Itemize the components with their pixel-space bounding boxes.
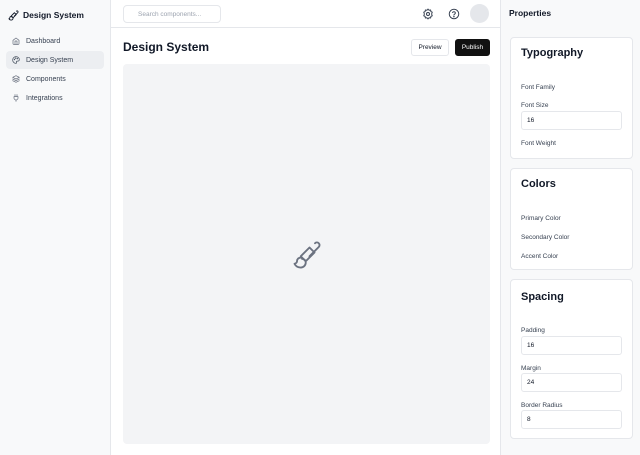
spacing-title: Spacing (521, 291, 564, 303)
typography-card: Typography Font Family Font Size Font We… (510, 37, 633, 159)
paintbrush-icon (8, 9, 19, 21)
preview-button[interactable]: Preview (411, 39, 449, 56)
main-content: Design System Preview Publish (111, 28, 500, 455)
app-title: Design System (23, 10, 84, 20)
colors-title: Colors (521, 178, 556, 190)
sidebar: Design System Dashboard Design System Co… (0, 0, 111, 455)
border-radius-label: Border Radius (521, 402, 563, 409)
margin-label: Margin (521, 365, 541, 372)
properties-panel: Properties Typography Font Family Font S… (500, 0, 640, 455)
user-avatar[interactable] (470, 4, 489, 23)
palette-icon (12, 56, 20, 64)
sidebar-item-label: Design System (26, 56, 74, 64)
design-canvas[interactable] (123, 64, 490, 444)
search-input[interactable] (123, 5, 221, 23)
help-icon[interactable] (448, 8, 460, 20)
font-weight-label: Font Weight (521, 140, 556, 147)
topbar (111, 0, 500, 28)
colors-card: Colors Primary Color Secondary Color Acc… (510, 168, 633, 270)
plug-icon (13, 94, 19, 102)
font-size-input[interactable] (521, 111, 622, 130)
font-family-label: Font Family (521, 84, 555, 91)
primary-color-label: Primary Color (521, 215, 561, 222)
margin-input[interactable] (521, 373, 622, 392)
sidebar-item-design-system[interactable]: Design System (6, 51, 104, 69)
font-size-label: Font Size (521, 102, 549, 109)
paintbrush-icon (293, 241, 321, 269)
sidebar-nav: Dashboard Design System Components Integ… (6, 32, 104, 108)
sidebar-item-label: Integrations (26, 94, 63, 102)
spacing-card: Spacing Padding Margin Border Radius (510, 279, 633, 439)
accent-color-label: Accent Color (521, 253, 559, 260)
home-icon (12, 37, 20, 45)
sidebar-item-label: Dashboard (26, 37, 61, 45)
padding-input[interactable] (521, 336, 622, 355)
border-radius-input[interactable] (521, 410, 622, 429)
secondary-color-label: Secondary Color (521, 234, 570, 241)
padding-label: Padding (521, 327, 545, 334)
brand[interactable]: Design System (8, 8, 84, 22)
sidebar-item-dashboard[interactable]: Dashboard (6, 32, 104, 50)
sidebar-item-components[interactable]: Components (6, 70, 104, 88)
publish-button[interactable]: Publish (455, 39, 490, 56)
sidebar-item-label: Components (26, 75, 66, 83)
sidebar-item-integrations[interactable]: Integrations (6, 89, 104, 107)
properties-title: Properties (509, 8, 552, 18)
layers-icon (12, 75, 20, 83)
settings-icon[interactable] (422, 8, 434, 20)
page-title: Design System (123, 40, 210, 54)
typography-title: Typography (521, 47, 584, 59)
